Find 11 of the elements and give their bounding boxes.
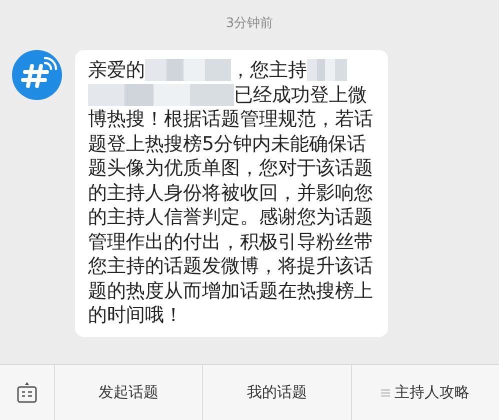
message-text: 亲爱的 bbox=[88, 58, 145, 82]
message-text: 已经成功登上微 bbox=[234, 82, 367, 107]
avatar-icon[interactable] bbox=[12, 50, 62, 100]
blurred-region bbox=[307, 59, 347, 82]
timestamp: 3分钟前 bbox=[226, 15, 274, 33]
keyboard-icon bbox=[15, 380, 39, 404]
menu-button[interactable]: 发起话题 bbox=[55, 365, 204, 420]
menu-button[interactable]: 我的话题 bbox=[203, 365, 352, 420]
message-text: ，您主持 bbox=[231, 58, 307, 82]
menu-button[interactable]: 主持人攻略 bbox=[352, 365, 499, 420]
message-text: 博热搜！根据话题管理规范，若话题登上热搜榜5分钟内未能确保话题头像为优质单图，您对于该话题的主持人身份将被收回，并影响您的主持人信誉判定。感谢您为话题管理作出的付出，积极引导粉丝带您主持的话题发微博，将提升该话题的热度从而增加话题在热搜榜上的时间哦！ bbox=[88, 107, 374, 328]
